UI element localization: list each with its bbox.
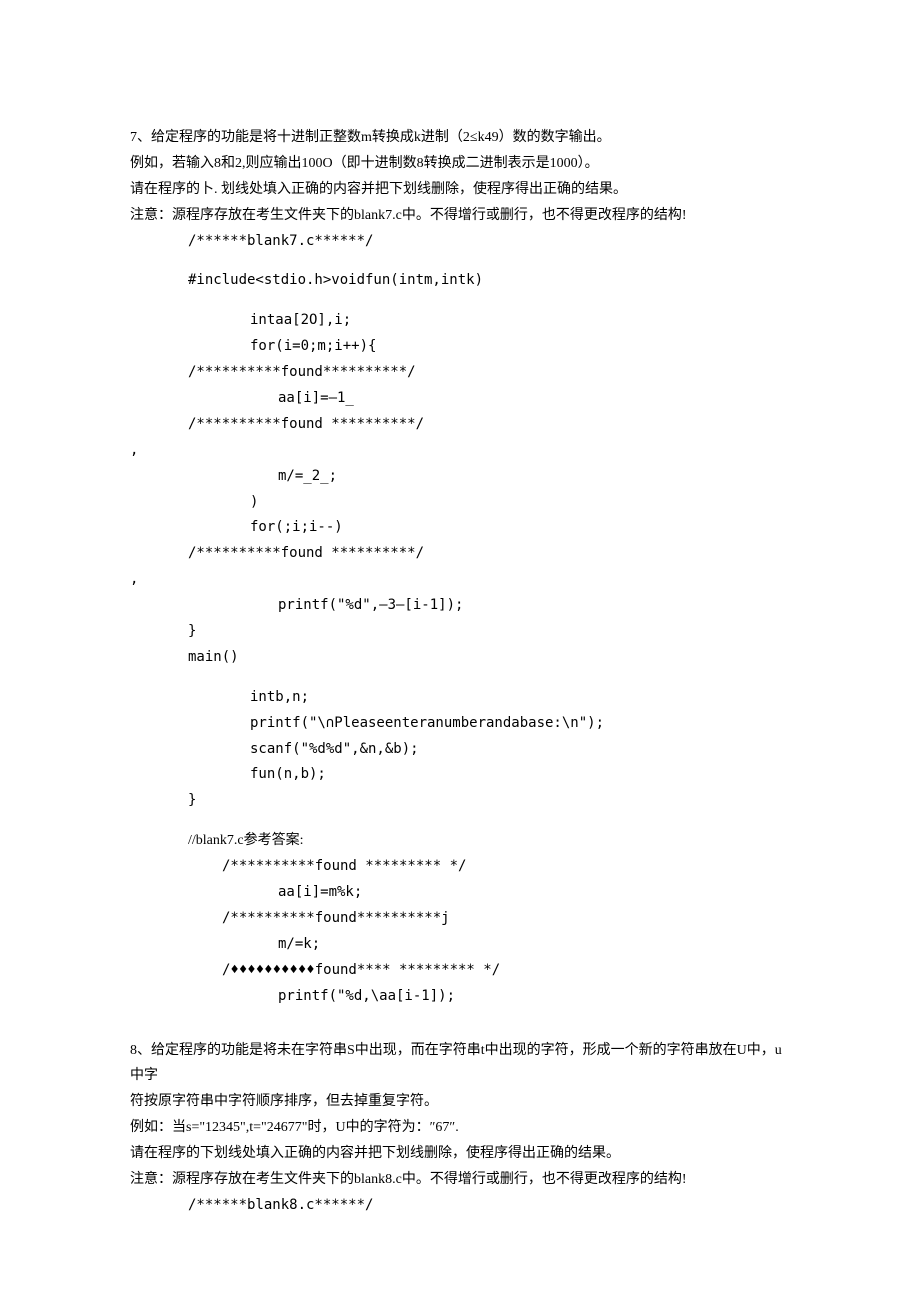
answer-line: m/=k;: [130, 932, 790, 958]
code-line: /******blank7.c******/: [130, 229, 790, 255]
code-line: intb,n;: [130, 685, 790, 711]
code-line: }: [130, 788, 790, 814]
code-line: fun(n,b);: [130, 762, 790, 788]
code-line: intaa[2O],i;: [130, 308, 790, 334]
code-line: }: [130, 619, 790, 645]
q8-desc-line: 符按原字符串中字符顺序排序，但去掉重复字符。: [130, 1089, 790, 1115]
q7-desc-line: 例如，若输入8和2,则应输出100O（即十进制数8转换成二进制表示是1000）。: [130, 151, 790, 177]
code-line: for(;i;i--): [130, 515, 790, 541]
answer-line: printf("%d,\aa[i-1]);: [130, 984, 790, 1010]
q8-desc-line: 例如：当s="12345",t="24677"时，U中的字符为：″67″.: [130, 1115, 790, 1141]
q7-code-block: /******blank7.c******/ #include<stdio.h>…: [130, 229, 790, 815]
code-line: /**********found**********/: [130, 360, 790, 386]
answer-line: /♦♦♦♦♦♦♦♦♦♦found**** ********* */: [130, 958, 790, 984]
q8-desc-line: 注意：源程序存放在考生文件夹下的blank8.c中。不得增行或删行，也不得更改程…: [130, 1167, 790, 1193]
code-line: /**********found **********/: [130, 412, 790, 438]
code-line: /******blank8.c******/: [130, 1193, 790, 1219]
answer-line: aa[i]=m%k;: [130, 880, 790, 906]
code-line: ,: [130, 438, 790, 464]
code-line: m/=_2_;: [130, 464, 790, 490]
q7-desc-line: 请在程序的卜. 划线处填入正确的内容并把下划线删除，使程序得出正确的结果。: [130, 177, 790, 203]
code-line: aa[i]=—1_: [130, 386, 790, 412]
code-line: main(): [130, 645, 790, 671]
code-line: ): [130, 490, 790, 516]
code-line: /**********found **********/: [130, 541, 790, 567]
code-line: ,: [130, 567, 790, 593]
q7-answer-label: //blank7.c参考答案:: [130, 828, 790, 854]
q7-answer-block: /**********found ********* */ aa[i]=m%k;…: [130, 854, 790, 1009]
answer-line: /**********found ********* */: [130, 854, 790, 880]
answer-line: /**********found**********j: [130, 906, 790, 932]
code-line: scanf("%d%d",&n,&b);: [130, 737, 790, 763]
q7-desc-line: 注意：源程序存放在考生文件夹下的blank7.c中。不得增行或删行，也不得更改程…: [130, 203, 790, 229]
q8-desc-line: 8、给定程序的功能是将未在字符串S中出现，而在字符串t中出现的字符，形成一个新的…: [130, 1038, 790, 1090]
document-page: 7、给定程序的功能是将十进制正整数m转换成k进制（2≤k49）数的数字输出。 例…: [0, 0, 920, 1279]
q7-desc-line: 7、给定程序的功能是将十进制正整数m转换成k进制（2≤k49）数的数字输出。: [130, 125, 790, 151]
code-line: for(i=0;m;i++){: [130, 334, 790, 360]
q8-code-block: /******blank8.c******/: [130, 1193, 790, 1219]
code-line: #include<stdio.h>voidfun(intm,intk): [130, 268, 790, 294]
q8-desc-line: 请在程序的下划线处填入正确的内容并把下划线删除，使程序得出正确的结果。: [130, 1141, 790, 1167]
code-line: printf("\∩Pleaseenteranumberandabase:\n"…: [130, 711, 790, 737]
code-line: printf("%d",—3—[i-1]);: [130, 593, 790, 619]
